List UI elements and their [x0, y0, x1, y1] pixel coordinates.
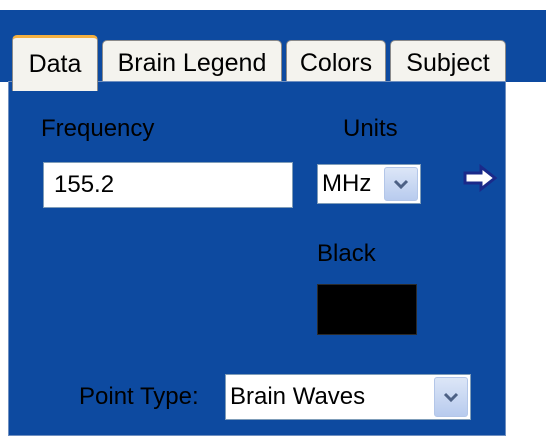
color-swatch[interactable]	[317, 284, 417, 335]
units-label: Units	[343, 115, 398, 142]
tab-data-label: Data	[28, 50, 82, 78]
tab-brain-legend[interactable]: Brain Legend	[102, 40, 282, 86]
tab-subject[interactable]: Subject	[390, 40, 506, 86]
right-arrow-icon	[463, 163, 498, 193]
units-select[interactable]: MHz	[317, 164, 421, 204]
units-selected-value: MHz	[322, 170, 372, 197]
frequency-label: Frequency	[41, 115, 155, 142]
window: Data Brain Legend Colors Subject Frequen…	[0, 0, 546, 436]
point-type-select[interactable]: Brain Waves	[225, 374, 471, 420]
units-dropdown-button[interactable]	[384, 167, 418, 201]
color-name-label: Black	[317, 240, 376, 267]
tab-subject-label: Subject	[406, 49, 490, 77]
chevron-down-icon	[443, 392, 459, 403]
point-type-dropdown-button[interactable]	[434, 377, 468, 417]
tab-colors[interactable]: Colors	[286, 40, 386, 86]
tab-data[interactable]: Data	[12, 35, 98, 91]
chevron-down-icon	[393, 179, 409, 190]
tab-bar: Data Brain Legend Colors Subject	[0, 10, 546, 91]
data-tab-panel: Frequency Units MHz Black Point Type: Br…	[8, 81, 506, 436]
frequency-input[interactable]	[43, 162, 293, 208]
point-type-label: Point Type:	[79, 383, 199, 410]
point-type-selected-value: Brain Waves	[230, 383, 366, 410]
tab-colors-label: Colors	[299, 49, 373, 77]
tab-brain-legend-label: Brain Legend	[117, 49, 267, 77]
window-top-strip	[0, 0, 546, 10]
apply-arrow-button[interactable]	[459, 158, 503, 198]
